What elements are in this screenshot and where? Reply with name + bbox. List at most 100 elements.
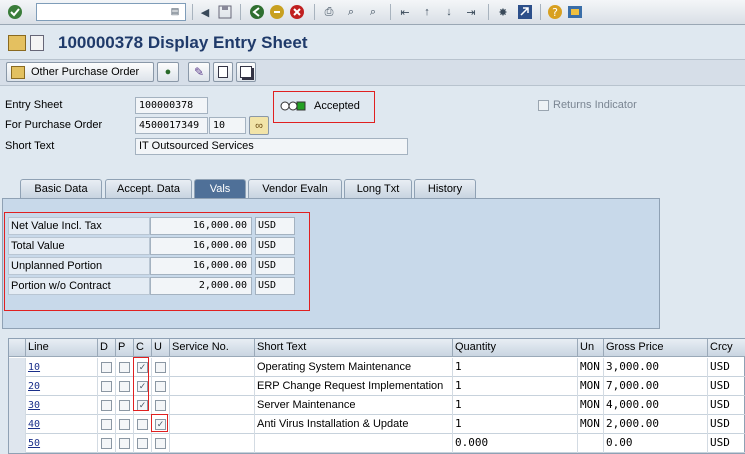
other-purchase-order-button[interactable]: Other Purchase Order [6, 62, 154, 82]
currency-cell[interactable]: USD [708, 396, 745, 415]
find-icon[interactable]: ⌕ [342, 3, 360, 21]
d-checkbox[interactable] [101, 400, 112, 411]
print-icon[interactable]: ⎙ [320, 3, 338, 21]
previous-page-icon[interactable]: ↑ [418, 3, 436, 21]
short-text-cell[interactable]: Server Maintenance [255, 396, 453, 415]
customize-layout-icon[interactable] [566, 3, 584, 21]
row-selector[interactable] [9, 434, 26, 453]
tab-accept-data[interactable]: Accept. Data [105, 179, 192, 198]
display-change-icon[interactable] [8, 35, 26, 51]
tab-vals[interactable]: Vals [194, 179, 246, 198]
short-text-cell[interactable]: ERP Change Request Implementation [255, 377, 453, 396]
back-icon[interactable] [248, 3, 266, 21]
find-next-icon[interactable]: ⌕ [364, 3, 382, 21]
unit-cell[interactable]: MON [578, 377, 604, 396]
quantity-cell[interactable]: 1 [453, 377, 578, 396]
table-row[interactable]: 40 ✓ Anti Virus Installation & Update 1 MON 2… [9, 415, 745, 434]
purchase-order-field[interactable]: 4500017349 [135, 117, 208, 134]
tab-vendor-evaln[interactable]: Vendor Evaln [248, 179, 342, 198]
po-item-field[interactable]: 10 [209, 117, 246, 134]
new-session-icon[interactable]: ✸ [494, 3, 512, 21]
gross-price-cell[interactable]: 7,000.00 [604, 377, 708, 396]
service-no-cell[interactable] [170, 434, 255, 453]
service-no-cell[interactable] [170, 396, 255, 415]
copy-document-button[interactable] [236, 62, 256, 82]
command-history-icon[interactable]: ▤ [168, 4, 182, 18]
line-number-link[interactable]: 40 [28, 419, 40, 430]
unit-cell[interactable] [578, 434, 604, 453]
returns-indicator-checkbox[interactable] [538, 100, 549, 111]
exit-icon[interactable] [268, 3, 286, 21]
column-header-unit[interactable]: Un [578, 339, 604, 357]
line-number-link[interactable]: 20 [28, 381, 40, 392]
currency-cell[interactable]: USD [708, 415, 745, 434]
help-icon[interactable]: ? [546, 3, 564, 21]
c-checkbox[interactable] [137, 438, 148, 449]
currency-cell[interactable]: USD [708, 377, 745, 396]
entry-sheet-field[interactable]: 100000378 [135, 97, 208, 114]
shortcut-icon[interactable] [516, 3, 534, 21]
row-selector[interactable] [9, 377, 26, 396]
row-selector[interactable] [9, 415, 26, 434]
column-header-d[interactable]: D [98, 339, 116, 357]
unit-cell[interactable]: MON [578, 358, 604, 377]
new-document-button[interactable] [213, 62, 233, 82]
p-checkbox[interactable] [119, 438, 130, 449]
u-checkbox[interactable] [155, 400, 166, 411]
tab-basic-data[interactable]: Basic Data [20, 179, 102, 198]
p-checkbox[interactable] [119, 400, 130, 411]
row-selector[interactable] [9, 358, 26, 377]
tab-long-txt[interactable]: Long Txt [344, 179, 412, 198]
short-text-cell[interactable]: Operating System Maintenance [255, 358, 453, 377]
gross-price-cell[interactable]: 0.00 [604, 434, 708, 453]
column-header-u[interactable]: U [152, 339, 170, 357]
column-header-c[interactable]: C [134, 339, 152, 357]
last-page-icon[interactable]: ⇥ [462, 3, 480, 21]
first-page-icon[interactable]: ⇤ [396, 3, 414, 21]
document-icon[interactable] [30, 35, 44, 51]
column-header-line[interactable]: Line [26, 339, 98, 357]
quantity-cell[interactable]: 1 [453, 415, 578, 434]
display-po-button[interactable]: ∞ [249, 116, 269, 135]
currency-cell[interactable]: USD [708, 358, 745, 377]
unit-cell[interactable]: MON [578, 396, 604, 415]
quantity-cell[interactable]: 1 [453, 396, 578, 415]
short-text-cell[interactable]: Anti Virus Installation & Update [255, 415, 453, 434]
row-selector[interactable] [9, 396, 26, 415]
gross-price-cell[interactable]: 3,000.00 [604, 358, 708, 377]
gross-price-cell[interactable]: 2,000.00 [604, 415, 708, 434]
edit-button[interactable]: ✎ [188, 62, 210, 82]
table-row[interactable]: 20 ✓ ERP Change Request Implementation 1 MON… [9, 377, 745, 396]
column-header-short-text[interactable]: Short Text [255, 339, 453, 357]
cancel-icon[interactable] [288, 3, 306, 21]
line-number-link[interactable]: 30 [28, 400, 40, 411]
u-checkbox[interactable] [155, 362, 166, 373]
currency-cell[interactable]: USD [708, 434, 745, 453]
u-checkbox[interactable] [155, 381, 166, 392]
save-icon[interactable] [216, 3, 234, 21]
command-field[interactable] [36, 3, 186, 21]
d-checkbox[interactable] [101, 381, 112, 392]
column-header-currency[interactable]: Crcy [708, 339, 745, 357]
next-page-icon[interactable]: ↓ [440, 3, 458, 21]
column-header-gross-price[interactable]: Gross Price [604, 339, 708, 357]
quantity-cell[interactable]: 0.000 [453, 434, 578, 453]
short-text-cell[interactable] [255, 434, 453, 453]
service-no-cell[interactable] [170, 415, 255, 434]
quantity-cell[interactable]: 1 [453, 358, 578, 377]
service-no-cell[interactable] [170, 377, 255, 396]
line-number-link[interactable]: 10 [28, 362, 40, 373]
tab-history[interactable]: History [414, 179, 476, 198]
status-overview-button[interactable]: ● [157, 62, 179, 82]
row-selector-header[interactable] [9, 339, 26, 357]
p-checkbox[interactable] [119, 419, 130, 430]
table-row[interactable]: 10 ✓ Operating System Maintenance 1 MON 3,000… [9, 358, 745, 377]
table-row[interactable]: 30 ✓ Server Maintenance 1 MON 4,000.00 USD [9, 396, 745, 415]
unit-cell[interactable]: MON [578, 415, 604, 434]
service-no-cell[interactable] [170, 358, 255, 377]
gross-price-cell[interactable]: 4,000.00 [604, 396, 708, 415]
p-checkbox[interactable] [119, 381, 130, 392]
u-checkbox[interactable] [155, 438, 166, 449]
short-text-field[interactable]: IT Outsourced Services [135, 138, 408, 155]
p-checkbox[interactable] [119, 362, 130, 373]
